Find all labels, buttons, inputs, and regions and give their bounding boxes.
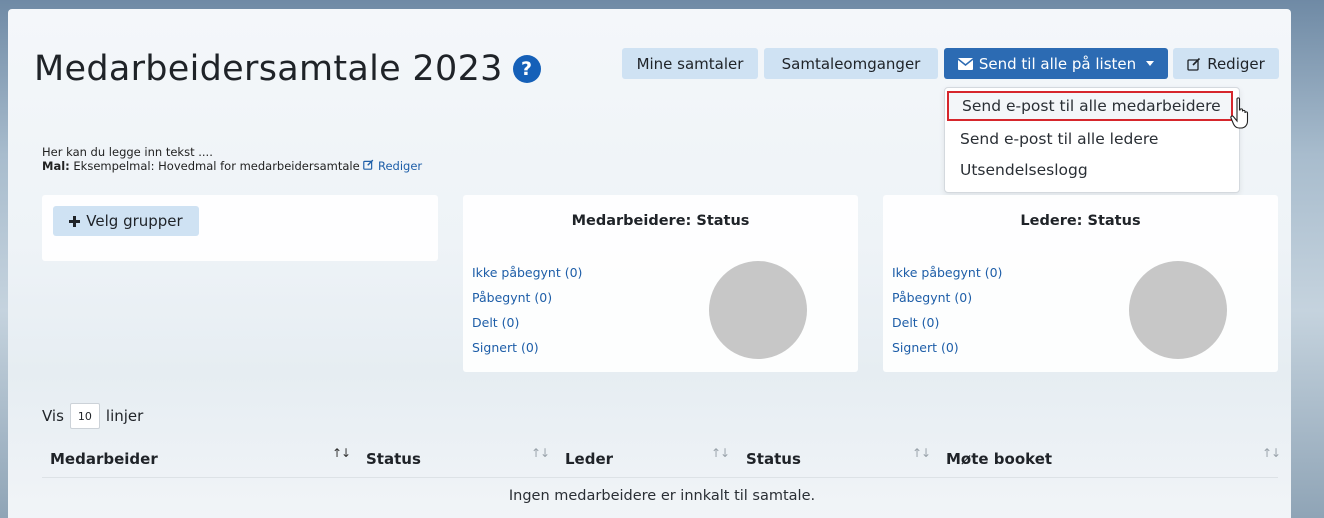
ledere-stat-pabegynt[interactable]: Påbegynt (0) [892,290,972,305]
sort-icon[interactable]: ↑↓ [531,446,550,460]
dropdown-item-send-ledere[interactable]: Send e-post til alle ledere [945,124,1239,154]
mal-value: Eksempelmal: Hovedmal for medarbeidersam… [73,159,360,173]
plus-icon [69,215,81,227]
sort-icon[interactable]: ↑↓ [332,446,351,460]
envelope-icon [957,57,973,70]
medarbeidere-stat-signert[interactable]: Signert (0) [472,340,539,355]
medarbeidere-stat-pabegynt[interactable]: Påbegynt (0) [472,290,552,305]
caret-down-icon [1146,61,1155,66]
edit-icon [363,159,374,170]
mal-edit-link[interactable]: Rediger [363,159,422,173]
page-size-input[interactable]: 10 [69,403,100,429]
hand-cursor-icon [1230,97,1249,129]
mal-edit-label: Rediger [377,159,423,173]
page-title-row: Medarbeidersamtale 2023 ? [34,49,541,89]
column-header-mote-booket[interactable]: Møte booket [946,450,1052,468]
mal-row: Mal: Eksempelmal: Hovedmal for medarbeid… [42,159,422,173]
dropdown-item-utsendelseslogg[interactable]: Utsendelseslogg [945,155,1239,185]
column-header-leder[interactable]: Leder [565,450,613,468]
table-empty-message: Ingen medarbeidere er innkalt til samtal… [508,488,816,504]
velg-grupper-button[interactable]: Velg grupper [53,206,199,236]
sort-icon[interactable]: ↑↓ [1262,446,1281,460]
ledere-stat-delt[interactable]: Delt (0) [892,315,939,330]
linjer-label: linjer [105,407,144,425]
mine-samtaler-button[interactable]: Mine samtaler [622,48,758,79]
medarbeidere-stat-ikke-pabegynt[interactable]: Ikke påbegynt (0) [472,265,582,280]
intro-text: Her kan du legge inn tekst .... [42,145,213,159]
table-header-divider [42,477,1278,478]
rediger-label: Rediger [1207,54,1265,73]
sort-icon[interactable]: ↑↓ [912,446,931,460]
medarbeidere-status-title: Medarbeidere: Status [571,213,750,229]
page-title: Medarbeidersamtale 2023 [34,49,503,89]
ledere-stat-signert[interactable]: Signert (0) [892,340,959,355]
medarbeidere-stat-delt[interactable]: Delt (0) [472,315,519,330]
column-header-medarbeider[interactable]: Medarbeider [50,450,158,468]
medarbeidere-status-pie [709,261,807,359]
ledere-status-title: Ledere: Status [1020,213,1141,229]
velg-grupper-label: Velg grupper [86,212,183,230]
vis-label: Vis [42,407,64,425]
column-header-status[interactable]: Status [366,450,421,468]
ledere-stat-ikke-pabegynt[interactable]: Ikke påbegynt (0) [892,265,1002,280]
question-circle-icon[interactable]: ? [512,55,541,83]
page-size-control: Vis 10 linjer [42,403,143,429]
send-til-alle-label: Send til alle på listen [978,54,1137,73]
mal-label: Mal: [42,159,70,173]
ledere-status-pie [1129,261,1227,359]
column-header-status-leder[interactable]: Status [746,450,801,468]
send-til-alle-button[interactable]: Send til alle på listen [944,48,1168,79]
ledere-status-panel: Ledere: Status Ikke påbegynt (0) Påbegyn… [883,195,1278,372]
samtaleomganger-button[interactable]: Samtaleomganger [764,48,938,79]
medarbeidere-status-panel: Medarbeidere: Status Ikke påbegynt (0) P… [463,195,858,372]
rediger-button[interactable]: Rediger [1173,48,1279,79]
edit-icon [1187,57,1201,71]
sort-icon[interactable]: ↑↓ [711,446,730,460]
send-dropdown-menu: Send e-post til alle medarbeidere Send e… [944,87,1240,193]
dropdown-item-send-medarbeidere[interactable]: Send e-post til alle medarbeidere [947,91,1233,121]
